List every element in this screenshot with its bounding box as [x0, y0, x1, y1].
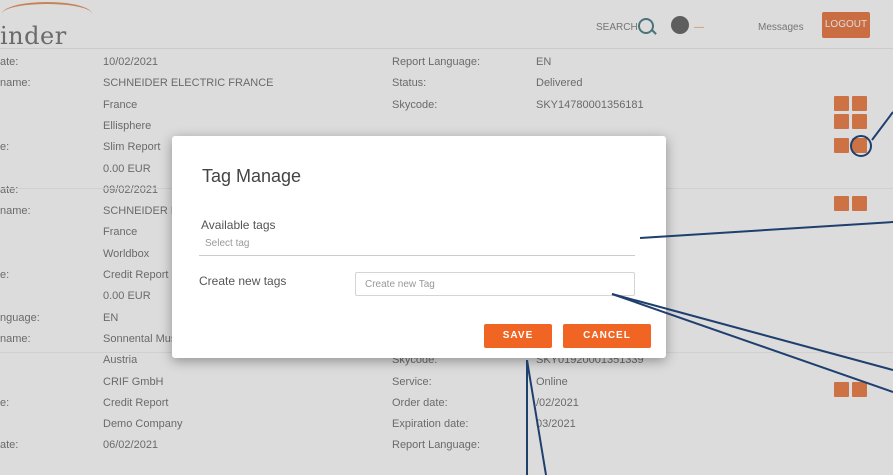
- callout-line: [526, 359, 547, 475]
- callout-line: [871, 111, 893, 141]
- callout-circle: [850, 135, 872, 157]
- callout-line: [611, 293, 893, 371]
- callout-annotations: [526, 111, 893, 475]
- callout-line: [639, 221, 893, 239]
- orders-page: inder SEARCH — Messages LOGOUT ate: 10/02…: [0, 0, 893, 475]
- callout-line: [611, 293, 893, 393]
